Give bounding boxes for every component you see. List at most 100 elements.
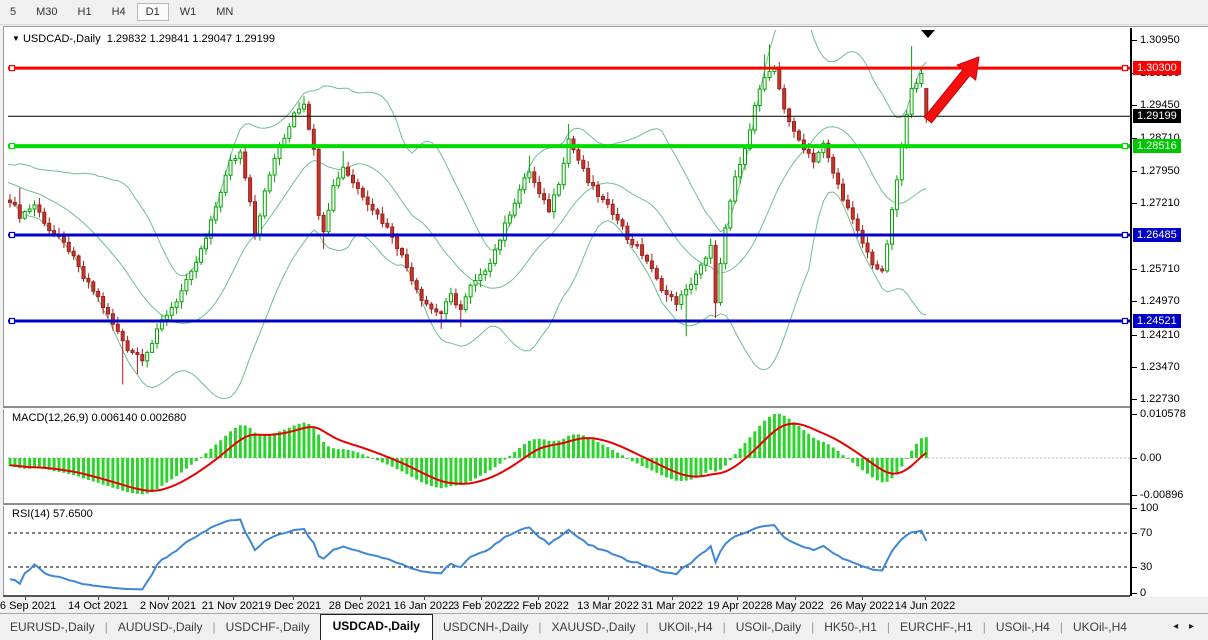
line-anchor-handle[interactable] — [1123, 319, 1128, 324]
line-anchor-handle[interactable] — [1123, 144, 1128, 149]
candle — [587, 161, 590, 186]
macd-histogram-bar — [361, 454, 364, 458]
symbol-tab-ukoil-h4[interactable]: UKOil-,H4 — [1063, 616, 1137, 640]
price-tick-label: 1.24970 — [1140, 296, 1180, 307]
macd-histogram-bar — [347, 450, 350, 458]
candle — [391, 223, 394, 244]
macd-histogram-bar — [484, 458, 487, 473]
candle — [156, 323, 159, 349]
macd-histogram-bar — [631, 458, 634, 461]
line-anchor-handle[interactable] — [10, 319, 15, 324]
candle — [273, 154, 276, 183]
macd-histogram-bar — [356, 452, 359, 458]
macd-histogram-bar — [817, 440, 820, 458]
candle — [141, 349, 144, 366]
rsi-indicator-panel[interactable] — [8, 505, 1130, 597]
timeframe-button-5[interactable]: 5 — [1, 3, 25, 21]
macd-histogram-bar — [229, 431, 232, 458]
symbol-tab-xauusd-daily[interactable]: XAUUSD-,Daily — [541, 616, 645, 640]
symbol-tab-ukoil-h4[interactable]: UKOil-,H4 — [649, 616, 723, 640]
macd-histogram-bar — [744, 443, 747, 458]
symbol-tab-eurusd-daily[interactable]: EURUSD-,Daily — [0, 616, 105, 640]
candle — [518, 184, 521, 208]
candle — [77, 255, 80, 273]
candle — [28, 205, 31, 215]
candle — [469, 284, 472, 305]
candle — [714, 240, 717, 318]
candle — [180, 284, 183, 309]
rsi-tick-label: 0 — [1140, 588, 1146, 599]
line-anchor-handle[interactable] — [10, 144, 15, 149]
timeframe-button-mn[interactable]: MN — [207, 3, 242, 21]
macd-histogram-bar — [503, 458, 506, 460]
line-anchor-handle[interactable] — [1123, 233, 1128, 238]
candle — [646, 254, 649, 264]
candle — [895, 175, 898, 217]
macd-histogram-bar — [322, 442, 325, 458]
rsi-svg — [8, 505, 1130, 597]
candle — [851, 201, 854, 224]
macd-histogram-bar — [548, 441, 551, 458]
symbol-tab-usoil-daily[interactable]: USOil-,Daily — [726, 616, 811, 640]
macd-histogram-bar — [871, 458, 874, 477]
line-anchor-handle[interactable] — [10, 66, 15, 71]
timeframe-button-d1[interactable]: D1 — [137, 3, 169, 21]
candle — [822, 140, 825, 158]
rsi-tick-label: 30 — [1140, 562, 1152, 573]
candle — [842, 178, 845, 202]
candle — [778, 62, 781, 90]
macd-histogram-bar — [479, 458, 482, 476]
macd-histogram-bar — [592, 440, 595, 459]
tab-scroll-arrows[interactable]: ◂ ▸ — [1173, 621, 1208, 640]
line-anchor-handle[interactable] — [1123, 66, 1128, 71]
timeframe-button-h1[interactable]: H1 — [69, 3, 101, 21]
timeframe-button-m30[interactable]: M30 — [27, 3, 66, 21]
candle — [131, 348, 134, 354]
date-axis[interactable]: 26 Sep 202114 Oct 20212 Nov 202121 Nov 2… — [3, 597, 1130, 613]
price-tick-label: 1.27950 — [1140, 166, 1180, 177]
symbol-tab-eurchf-h1[interactable]: EURCHF-,H1 — [890, 616, 983, 640]
macd-histogram-bar — [185, 458, 188, 469]
macd-histogram-bar — [87, 458, 90, 480]
candle — [146, 351, 149, 368]
macd-histogram-bar — [366, 456, 369, 458]
candle — [773, 65, 776, 75]
down-triangle-marker[interactable] — [921, 30, 935, 38]
line-anchor-handle[interactable] — [10, 233, 15, 238]
date-label: 14 Jun 2022 — [895, 600, 956, 612]
symbol-tab-usdcad-daily[interactable]: USDCAD-,Daily — [320, 614, 433, 640]
macd-histogram-bar — [709, 458, 712, 470]
symbol-tab-usdchf-daily[interactable]: USDCHF-,Daily — [216, 616, 320, 640]
macd-histogram-bar — [851, 458, 854, 463]
candle — [401, 247, 404, 258]
macd-histogram-bar — [440, 458, 443, 488]
main-price-chart[interactable] — [8, 30, 1130, 406]
price-tick-mark — [1132, 203, 1137, 204]
candle — [513, 199, 516, 219]
candle — [891, 207, 894, 250]
macd-histogram-bar — [641, 458, 644, 466]
candle — [288, 123, 291, 143]
timeframe-button-w1[interactable]: W1 — [171, 3, 206, 21]
candle — [307, 101, 310, 131]
macd-histogram-bar — [469, 458, 472, 481]
macd-histogram-bar — [278, 431, 281, 458]
candle — [136, 347, 139, 374]
candle — [611, 199, 614, 220]
candle — [464, 293, 467, 313]
macd-histogram-bar — [543, 439, 546, 458]
date-label: 3 Feb 2022 — [453, 600, 509, 612]
candle — [268, 172, 271, 194]
candle — [209, 216, 212, 245]
candle — [165, 310, 168, 326]
candle — [185, 274, 188, 296]
symbol-tab-hk50-h1[interactable]: HK50-,H1 — [814, 616, 887, 640]
timeframe-button-h4[interactable]: H4 — [103, 3, 135, 21]
candle — [660, 275, 663, 293]
macd-histogram-bar — [156, 458, 159, 489]
macd-histogram-bar — [773, 414, 776, 458]
symbol-tab-usoil-h4[interactable]: USOil-,H4 — [986, 616, 1060, 640]
symbol-tab-audusd-daily[interactable]: AUDUSD-,Daily — [108, 616, 213, 640]
symbol-tab-usdcnh-daily[interactable]: USDCNH-,Daily — [433, 616, 538, 640]
candle — [695, 270, 698, 290]
